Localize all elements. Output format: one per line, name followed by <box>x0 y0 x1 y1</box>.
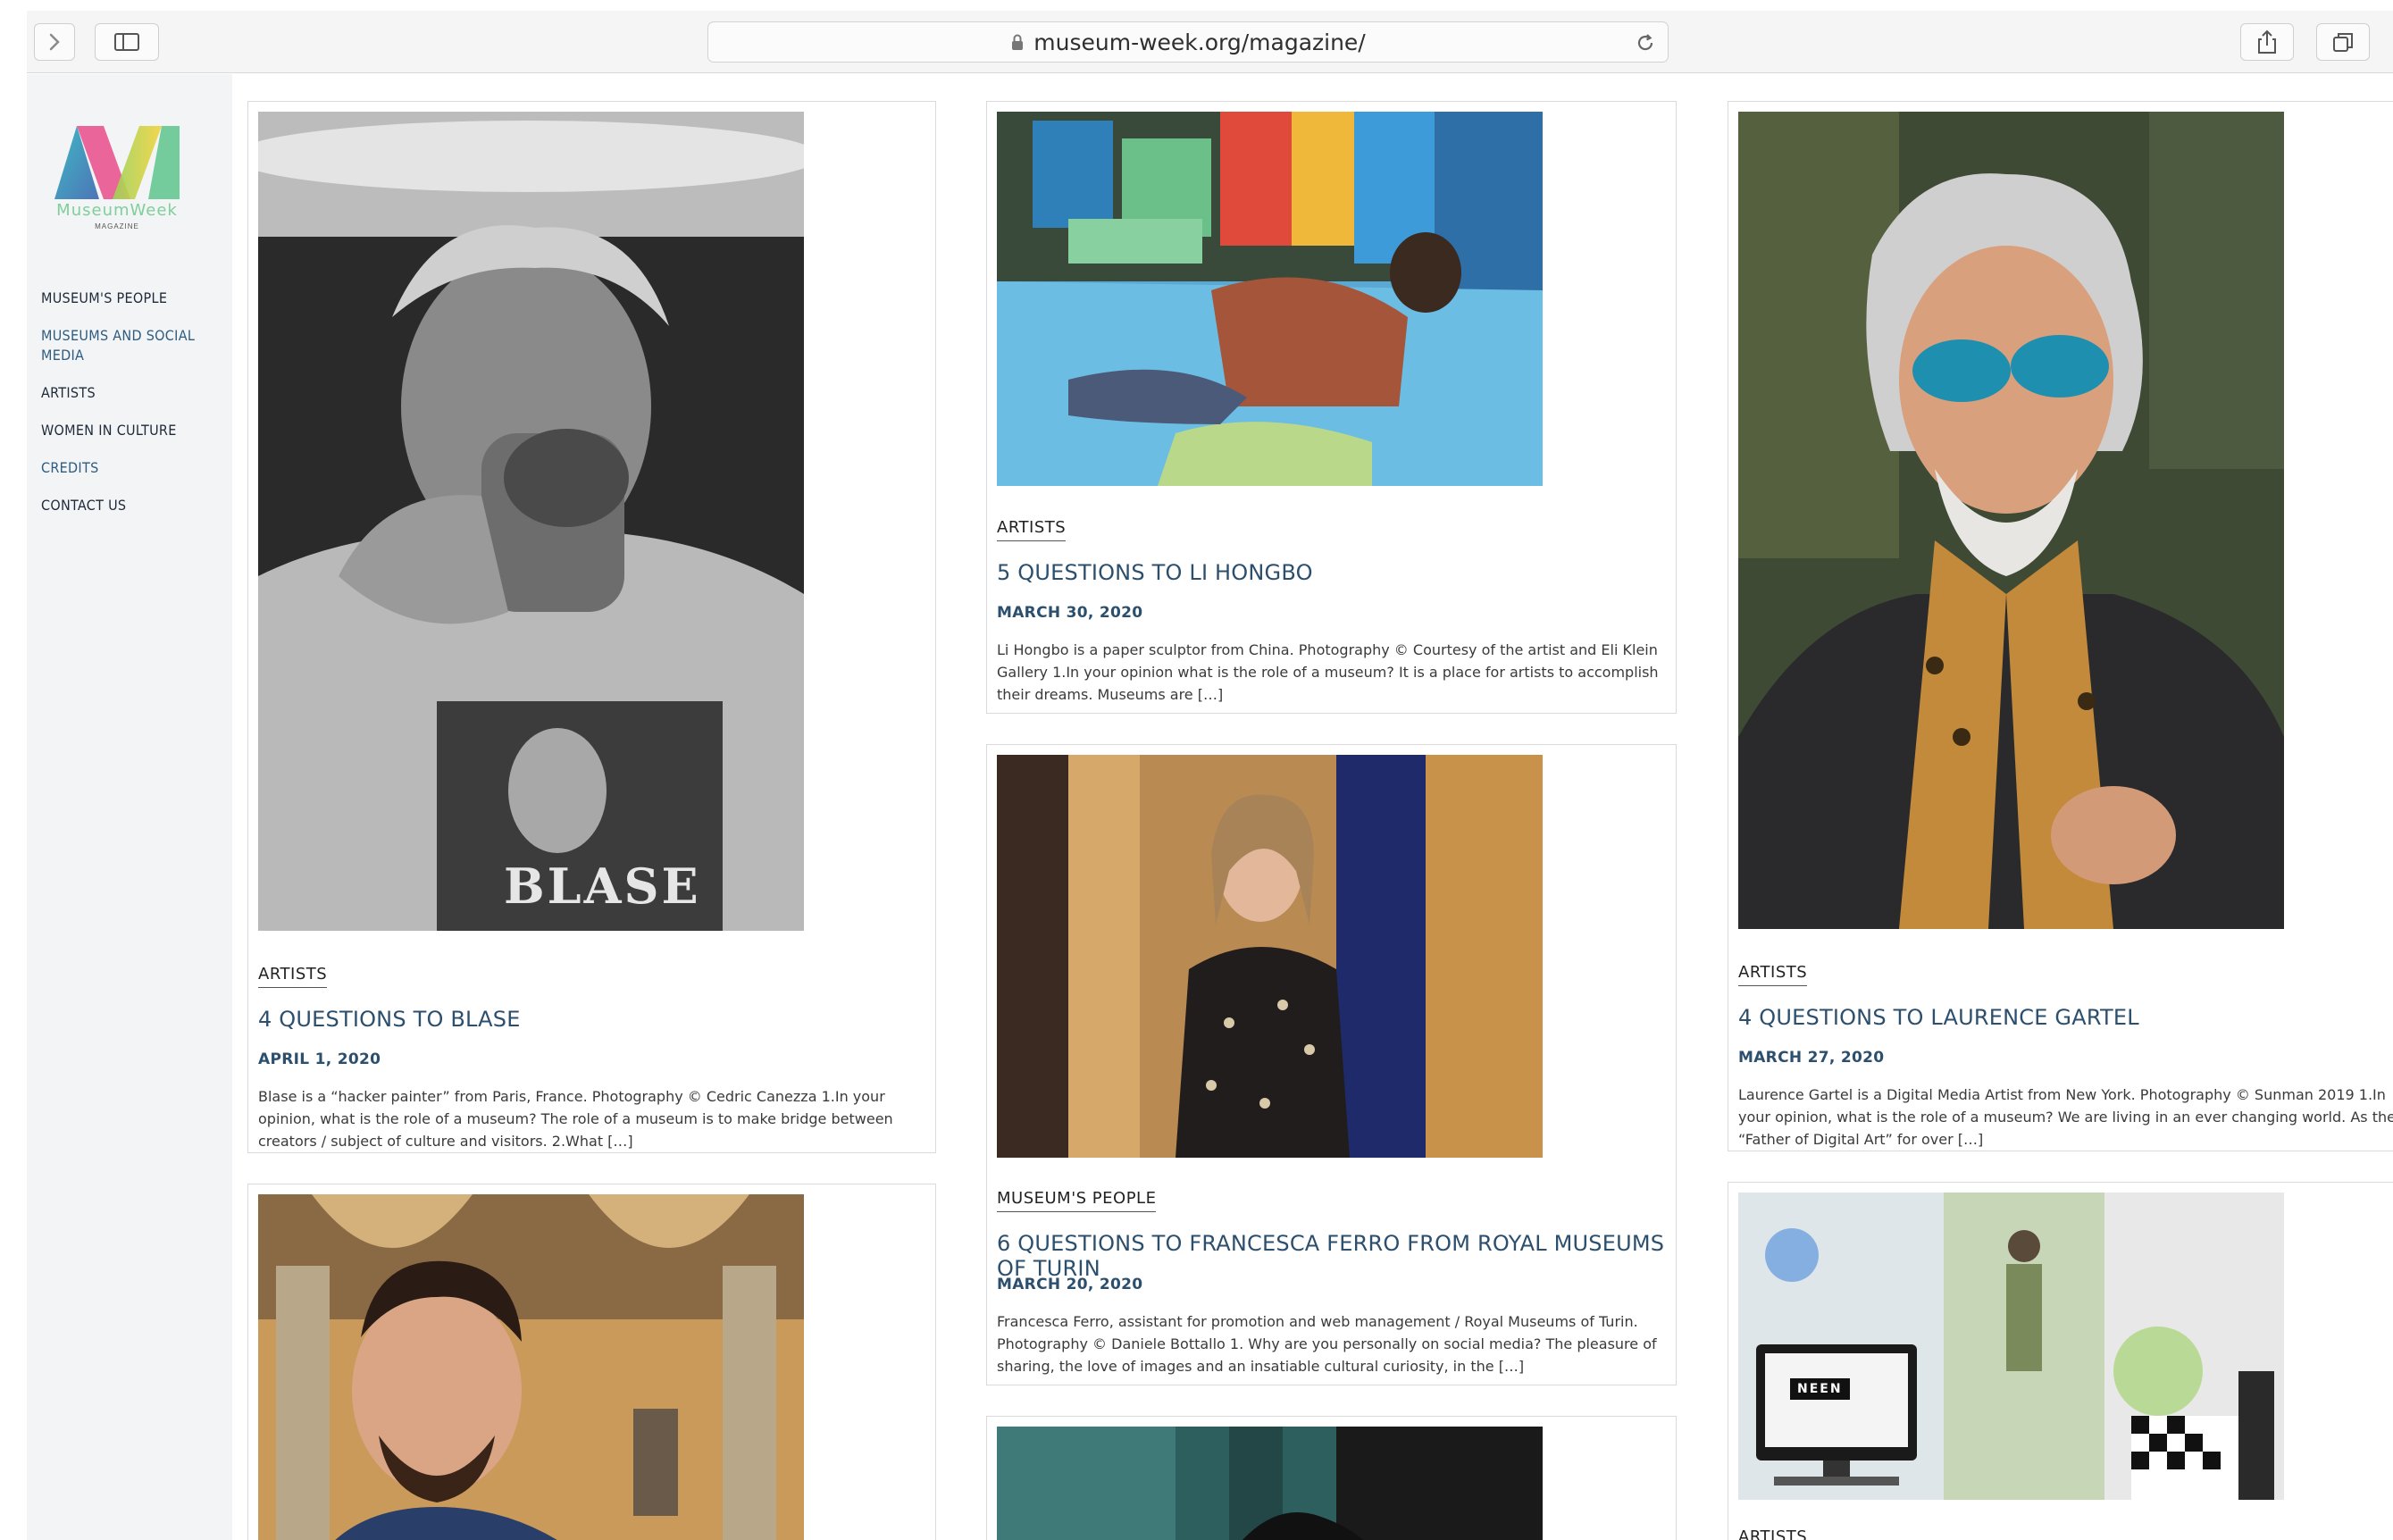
post-date: MARCH 27, 2020 <box>1738 1049 1885 1067</box>
post-excerpt: Li Hongbo is a paper sculptor from China… <box>997 641 1659 703</box>
post-date: MARCH 30, 2020 <box>997 604 1143 622</box>
nav-item-museums-social-media[interactable]: MUSEUMS AND SOCIAL MEDIA <box>41 326 220 365</box>
post-card-bottom-middle[interactable] <box>986 1416 1677 1540</box>
post-image-blase[interactable]: BLASE <box>258 112 804 931</box>
site-sidebar: MuseumWeek MAGAZINE MUSEUM'S PEOPLE MUSE… <box>27 74 232 1540</box>
post-image-francesca-ferro[interactable] <box>997 755 1543 1158</box>
post-image-li-hongbo[interactable] <box>997 112 1543 486</box>
post-excerpt: Blase is a “hacker painter” from Paris, … <box>258 1088 893 1150</box>
browser-toolbar: museum-week.org/magazine/ <box>27 11 2393 73</box>
post-card-blase[interactable]: BLASE ARTISTS 4 QUESTIONS TO BLASE APRIL… <box>247 101 936 1153</box>
post-image-bottom-middle[interactable] <box>997 1427 1543 1540</box>
chevron-right-icon <box>49 33 60 51</box>
lock-icon <box>1012 34 1024 50</box>
forward-button[interactable] <box>34 23 75 61</box>
post-date: MARCH 20, 2020 <box>997 1276 1143 1293</box>
share-icon <box>2258 29 2276 54</box>
post-title[interactable]: 4 QUESTIONS TO BLASE <box>258 1007 919 1032</box>
post-category[interactable]: ARTISTS <box>258 965 328 988</box>
post-title[interactable]: 5 QUESTIONS TO LI HONGBO <box>997 560 1658 585</box>
share-button[interactable] <box>2240 23 2294 61</box>
post-category[interactable]: ARTISTS <box>1738 1527 1807 1540</box>
post-excerpt: Francesca Ferro, assistant for promotion… <box>997 1313 1657 1375</box>
post-title[interactable]: 4 QUESTIONS TO LAURENCE GARTEL <box>1738 1005 2393 1030</box>
nav-item-contact-us[interactable]: CONTACT US <box>41 496 220 515</box>
logo-mark-icon <box>54 126 180 199</box>
tabs-overview-button[interactable] <box>2316 23 2370 61</box>
post-card-bottom-right[interactable]: NEEN ARTISTS <box>1728 1182 2393 1540</box>
post-image-florence-selfie[interactable] <box>258 1194 804 1540</box>
post-category[interactable]: ARTISTS <box>1738 963 1808 986</box>
post-title[interactable]: 6 QUESTIONS TO FRANCESCA FERRO FROM ROYA… <box>997 1231 1669 1281</box>
post-category[interactable]: ARTISTS <box>997 518 1067 541</box>
post-category[interactable]: MUSEUM'S PEOPLE <box>997 1189 1157 1212</box>
museumweek-logo[interactable]: MuseumWeek MAGAZINE <box>50 119 184 235</box>
nav-item-museums-people[interactable]: MUSEUM'S PEOPLE <box>41 289 220 308</box>
post-image-neen[interactable]: NEEN <box>1738 1193 2284 1500</box>
main-nav: MUSEUM'S PEOPLE MUSEUMS AND SOCIAL MEDIA… <box>41 289 220 533</box>
post-image-laurence-gartel[interactable] <box>1738 112 2284 929</box>
post-excerpt: Laurence Gartel is a Digital Media Artis… <box>1738 1086 2393 1148</box>
post-date: APRIL 1, 2020 <box>258 1050 381 1068</box>
image-caption-text: BLASE <box>504 858 701 915</box>
address-bar[interactable]: museum-week.org/magazine/ <box>707 21 1669 63</box>
nav-item-women-in-culture[interactable]: WOMEN IN CULTURE <box>41 421 220 440</box>
post-card-laurence-gartel[interactable]: ARTISTS 4 QUESTIONS TO LAURENCE GARTEL M… <box>1728 101 2393 1151</box>
browser-window: museum-week.org/magazine/ MuseumWeek MAG… <box>27 11 2393 1540</box>
logo-wordmark: MuseumWeek <box>56 201 178 220</box>
sidebar-toggle-button[interactable] <box>95 23 159 61</box>
image-caption-text: NEEN <box>1790 1378 1850 1400</box>
reload-icon[interactable] <box>1634 31 1657 54</box>
post-card-francesca-ferro[interactable]: MUSEUM'S PEOPLE 6 QUESTIONS TO FRANCESCA… <box>986 744 1677 1385</box>
logo-subtitle: MAGAZINE <box>95 222 139 230</box>
sidebar-icon <box>114 33 139 51</box>
nav-item-artists[interactable]: ARTISTS <box>41 383 220 403</box>
post-card-li-hongbo[interactable]: ARTISTS 5 QUESTIONS TO LI HONGBO MARCH 3… <box>986 101 1677 714</box>
nav-item-credits[interactable]: CREDITS <box>41 458 220 478</box>
tabs-icon <box>2333 33 2353 52</box>
url-text: museum-week.org/magazine/ <box>1033 29 1366 55</box>
post-card-bottom-left[interactable] <box>247 1184 936 1540</box>
